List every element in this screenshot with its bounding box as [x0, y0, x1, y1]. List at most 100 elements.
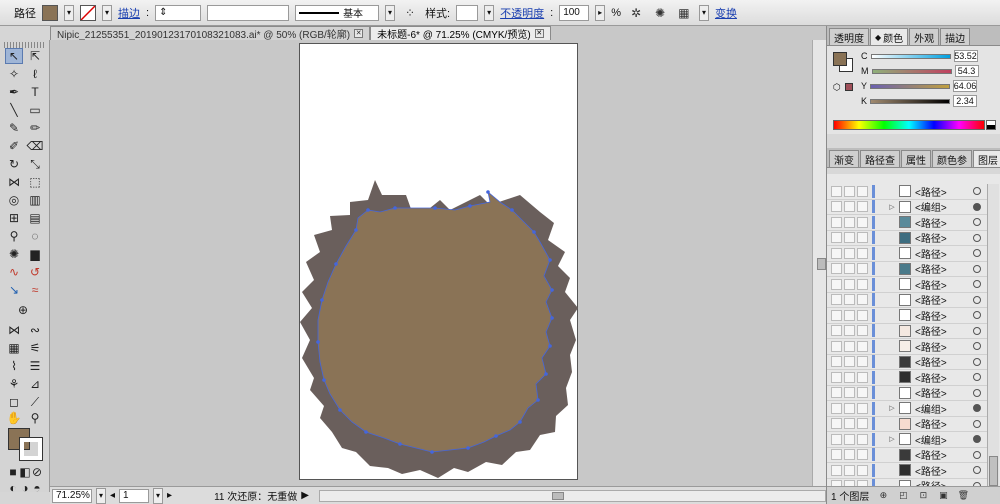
layer-name[interactable]: <路径>: [915, 215, 965, 230]
scroll-thumb[interactable]: [817, 258, 826, 270]
channel-slider[interactable]: [870, 83, 951, 89]
layer-name[interactable]: <路径>: [915, 354, 965, 369]
blend-tool-icon[interactable]: ◌: [26, 228, 44, 244]
layer-row[interactable]: ▷ <编组>: [827, 401, 987, 417]
lock-toggle[interactable]: [844, 433, 855, 445]
make-clipping-mask-icon[interactable]: ◰: [897, 490, 909, 502]
tab-appearance[interactable]: 外观: [909, 28, 940, 45]
close-icon[interactable]: ✕: [354, 29, 364, 38]
zoom-tool-icon[interactable]: ⚲: [26, 410, 44, 426]
out-of-gamut-icon[interactable]: ⬡: [833, 82, 841, 93]
new-sublayer-icon[interactable]: ⊡: [917, 490, 929, 502]
channel-slider[interactable]: [870, 98, 951, 104]
lock-toggle[interactable]: [844, 371, 855, 383]
transform-link[interactable]: 变换: [715, 5, 737, 21]
hand-tool-icon[interactable]: ✋: [5, 410, 23, 426]
layer-row[interactable]: <路径>: [827, 339, 987, 355]
layer-name[interactable]: <路径>: [915, 246, 965, 261]
target-circle-icon[interactable]: [973, 264, 981, 273]
rotate-tool-icon[interactable]: ↻: [5, 156, 23, 172]
template-toggle[interactable]: [857, 340, 868, 352]
visibility-toggle[interactable]: [831, 232, 842, 244]
visibility-toggle[interactable]: [831, 309, 842, 321]
perspective-grid-icon[interactable]: ▥: [26, 192, 44, 208]
scale-tool-icon[interactable]: ⤡: [26, 156, 44, 172]
target-circle-icon[interactable]: [973, 357, 981, 366]
template-toggle[interactable]: [857, 418, 868, 430]
brush-style-icon[interactable]: ⚟: [26, 340, 44, 356]
template-toggle[interactable]: [857, 449, 868, 461]
visibility-toggle[interactable]: [831, 263, 842, 275]
template-toggle[interactable]: [857, 356, 868, 368]
brush-field[interactable]: 基本: [295, 4, 380, 21]
lock-toggle[interactable]: [844, 294, 855, 306]
gamut-swatch[interactable]: [845, 83, 853, 91]
lock-toggle[interactable]: [844, 449, 855, 461]
variable-width-field[interactable]: [207, 4, 290, 21]
channel-value-field[interactable]: 2.34: [953, 95, 978, 107]
scroll-thumb[interactable]: [551, 491, 564, 500]
canvas-vertical-scrollbar[interactable]: [812, 40, 826, 486]
layer-row[interactable]: <路径>: [827, 324, 987, 339]
stroke-weight-field[interactable]: ⇕: [155, 4, 202, 21]
lock-toggle[interactable]: [844, 201, 855, 213]
lock-toggle[interactable]: [844, 402, 855, 414]
target-circle-icon[interactable]: [973, 450, 981, 459]
stroke-color-box[interactable]: [19, 437, 43, 461]
lasso-icon[interactable]: ℓ: [26, 66, 44, 82]
channel-value-field[interactable]: 54.3: [954, 65, 979, 77]
layer-name[interactable]: <编组>: [915, 432, 965, 447]
tab-color-guide[interactable]: 颜色参: [932, 150, 972, 167]
settings-icon[interactable]: ✺: [651, 4, 669, 22]
target-circle-icon[interactable]: [973, 326, 981, 335]
new-layer-icon[interactable]: ▣: [937, 490, 949, 502]
visibility-toggle[interactable]: [831, 356, 842, 368]
lock-toggle[interactable]: [844, 309, 855, 321]
color-spectrum[interactable]: [833, 120, 996, 130]
layer-name[interactable]: <路径>: [915, 261, 965, 276]
target-circle-icon[interactable]: [973, 404, 981, 413]
layer-name[interactable]: <路径>: [915, 447, 965, 462]
stroke-dropdown[interactable]: ▾: [102, 4, 112, 21]
layer-row[interactable]: <路径>: [827, 246, 987, 262]
layer-row[interactable]: ▷ <编组>: [827, 200, 987, 215]
template-toggle[interactable]: [857, 278, 868, 290]
template-toggle[interactable]: [857, 371, 868, 383]
lock-toggle[interactable]: [844, 464, 855, 476]
tab-nipic-document[interactable]: Nipic_21255351_20190123170108321083.ai* …: [50, 26, 371, 41]
crosshair-icon[interactable]: ⊕: [14, 302, 32, 318]
visibility-toggle[interactable]: [831, 387, 842, 399]
align-icon[interactable]: ▦: [675, 4, 693, 22]
layer-row[interactable]: <路径>: [827, 184, 987, 200]
lock-toggle[interactable]: [844, 387, 855, 399]
layer-row[interactable]: <路径>: [827, 417, 987, 432]
template-toggle[interactable]: [857, 433, 868, 445]
expand-triangle-icon[interactable]: ▷: [887, 435, 897, 443]
layer-name[interactable]: <路径>: [915, 308, 965, 323]
grid-tool-icon[interactable]: ▦: [5, 340, 23, 356]
visibility-toggle[interactable]: [831, 247, 842, 259]
visibility-toggle[interactable]: [831, 325, 842, 337]
artwork-svg[interactable]: [50, 40, 826, 486]
layer-name[interactable]: <路径>: [915, 370, 965, 385]
stroke-link[interactable]: 描边: [118, 5, 140, 21]
canvas-area[interactable]: [50, 40, 826, 486]
layer-row[interactable]: ▷ <编组>: [827, 432, 987, 448]
artboard-dropdown[interactable]: ▾: [153, 487, 164, 504]
opacity-link[interactable]: 不透明度: [500, 5, 544, 21]
channel-value-field[interactable]: 53.52: [953, 50, 978, 62]
visibility-toggle[interactable]: [831, 294, 842, 306]
lock-toggle[interactable]: [844, 247, 855, 259]
tab-untitled-6[interactable]: 未标题-6* @ 71.25% (CMYK/预览) ✕: [370, 26, 551, 41]
visibility-toggle[interactable]: [831, 340, 842, 352]
locate-object-icon[interactable]: ⊕: [877, 490, 889, 502]
status-menu-icon[interactable]: ▶: [301, 490, 309, 501]
black-white-swatch[interactable]: [986, 120, 996, 130]
rectangle-tool-icon[interactable]: ▭: [26, 102, 44, 118]
layer-row[interactable]: <路径>: [827, 308, 987, 324]
lock-toggle[interactable]: [844, 356, 855, 368]
layer-row[interactable]: <路径>: [827, 386, 987, 401]
expand-triangle-icon[interactable]: ▷: [887, 203, 897, 211]
delete-layer-icon[interactable]: 🗑: [957, 490, 969, 502]
opacity-dropdown[interactable]: ▸: [595, 4, 606, 21]
